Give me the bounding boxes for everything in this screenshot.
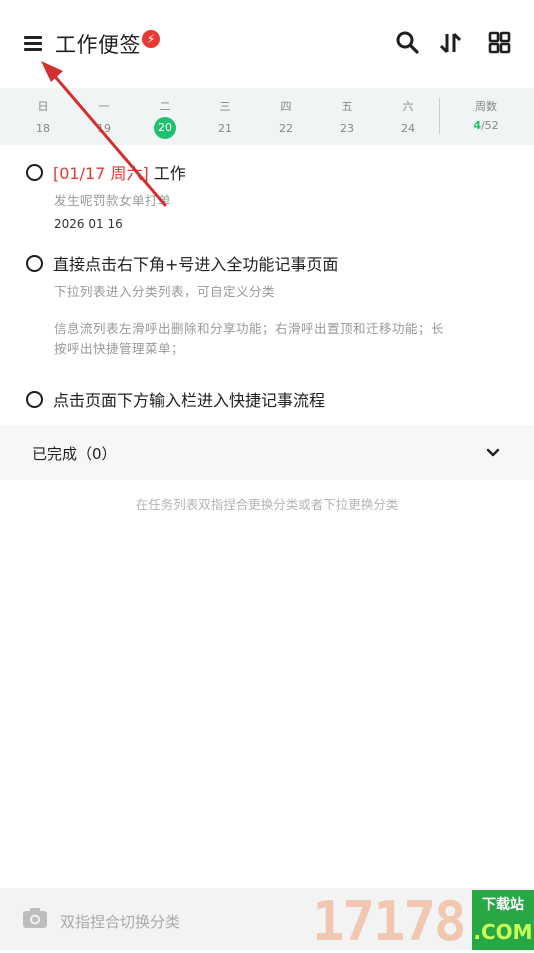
search-icon[interactable]: [395, 30, 421, 56]
task-date: 2026 01 16: [54, 217, 123, 231]
week-divider: [439, 98, 440, 134]
today-marker: 20: [154, 117, 176, 139]
quick-input-placeholder[interactable]: 双指捏合切换分类: [60, 911, 180, 932]
hint-text: 在任务列表双指捏合更换分类或者下拉更换分类: [135, 497, 399, 512]
day-friday[interactable]: 五 23: [327, 88, 367, 139]
task-date-tag: [01/17 周六]: [53, 164, 149, 183]
page-title: 工作便签: [55, 33, 141, 57]
task-title: 工作: [153, 164, 186, 183]
day-saturday[interactable]: 六 24: [388, 88, 428, 139]
menu-icon[interactable]: [24, 34, 44, 54]
chevron-down-icon[interactable]: [486, 445, 500, 459]
completed-section[interactable]: 已完成（0）: [0, 425, 534, 480]
task-title: 直接点击右下角+号进入全功能记事页面: [53, 255, 339, 274]
task-checkbox[interactable]: [26, 391, 43, 408]
task-item[interactable]: 直接点击右下角+号进入全功能记事页面 下拉列表进入分类列表，可自定义分类 信息流…: [0, 249, 534, 359]
watermark-logo-box: 下载站 .COM: [472, 890, 534, 950]
task-subtitle: 发生呢罚款女单打单: [54, 193, 172, 208]
day-thursday[interactable]: 四 22: [266, 88, 306, 139]
sort-icon[interactable]: [438, 30, 464, 56]
task-item[interactable]: [01/17 周六] 工作 发生呢罚款女单打单 2026 01 16: [0, 158, 534, 238]
app-header: 工作便签 ⚡: [0, 0, 534, 88]
completed-label: 已完成（0）: [32, 445, 117, 463]
task-checkbox[interactable]: [26, 255, 43, 272]
day-monday[interactable]: 一 19: [84, 88, 124, 139]
task-subtitle: 信息流列表左滑呼出删除和分享功能；右滑呼出置顶和迁移功能；长: [54, 321, 445, 336]
watermark-number: 17178: [312, 890, 467, 953]
grid-view-icon[interactable]: [487, 30, 513, 56]
day-sunday[interactable]: 日 18: [23, 88, 63, 139]
lightning-badge-icon: ⚡: [142, 30, 160, 48]
task-subtitle: 下拉列表进入分类列表，可自定义分类: [54, 284, 276, 299]
camera-icon[interactable]: [22, 907, 48, 929]
task-checkbox[interactable]: [26, 164, 43, 181]
task-title: 点击页面下方输入栏进入快捷记事流程: [53, 391, 326, 410]
week-number[interactable]: 周数 4/52: [446, 88, 526, 132]
day-tuesday-today[interactable]: 二 20: [145, 88, 185, 139]
task-subtitle: 按呼出快捷管理菜单；: [54, 341, 185, 356]
task-item[interactable]: 点击页面下方输入栏进入快捷记事流程: [0, 386, 534, 416]
day-wednesday[interactable]: 三 21: [205, 88, 245, 139]
site-watermark: 17178 下载站 .COM: [312, 890, 534, 953]
